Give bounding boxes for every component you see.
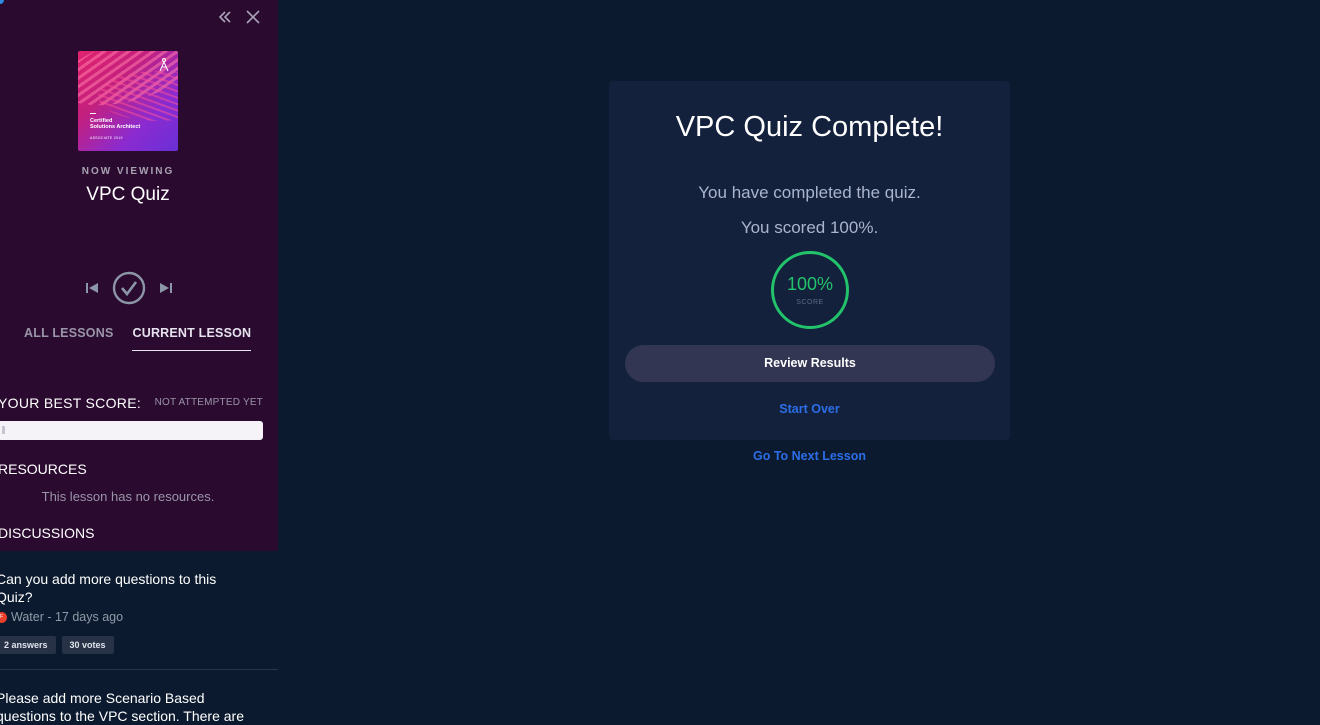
discussion-item[interactable]: Can you add more questions to this Quiz?… — [0, 570, 256, 654]
previous-lesson-icon[interactable] — [84, 280, 100, 301]
discussion-title[interactable]: Please add more Scenario Based questions… — [0, 690, 244, 724]
tab-all-lessons[interactable]: ALL LESSONS — [24, 326, 113, 351]
discussions-heading: DISCUSSIONS — [0, 525, 95, 541]
score-ring: 100% SCORE — [771, 251, 849, 329]
notification-dot — [0, 0, 4, 4]
avatar: F — [0, 611, 7, 623]
resources-empty-text: This lesson has no resources. — [41, 489, 215, 504]
page-title: VPC Quiz Complete! — [675, 111, 944, 143]
discussion-title[interactable]: Can you add more questions to this Quiz? — [0, 570, 256, 606]
close-icon[interactable] — [244, 8, 262, 26]
collapse-sidebar-icon[interactable] — [216, 8, 234, 26]
lesson-title: VPC Quiz — [86, 184, 170, 205]
quiz-result-card: VPC Quiz Complete! You have completed th… — [609, 81, 1010, 440]
cover-line-2: Solutions Architect — [90, 124, 141, 130]
discussion-meta: F Water - 17 days ago — [0, 610, 256, 624]
score-message: You scored 100%. — [740, 218, 879, 237]
score-value: 100% — [786, 274, 834, 294]
votes-badge: 30 votes — [61, 636, 114, 654]
best-score-value: NOT ATTEMPTED YET — [154, 397, 263, 408]
best-score-bar — [0, 421, 263, 440]
lesson-tabs: ALL LESSONS CURRENT LESSON — [24, 326, 252, 351]
start-over-link[interactable]: Start Over — [609, 402, 1010, 416]
mark-complete-icon[interactable] — [112, 271, 146, 310]
sidebar-top-controls — [216, 8, 262, 26]
brand-logo-icon — [159, 58, 169, 72]
next-lesson-link[interactable]: Go To Next Lesson — [609, 449, 1010, 463]
course-cover-image: Certified Solutions Architect ASSOCIATE … — [78, 51, 178, 151]
answers-badge: 2 answers — [0, 636, 56, 654]
cover-line-3: ASSOCIATE 2019 — [90, 136, 123, 140]
resources-heading: RESOURCES — [0, 461, 87, 477]
lesson-sidebar: Certified Solutions Architect ASSOCIATE … — [0, 0, 278, 551]
discussion-item[interactable]: Please add more Scenario Based questions… — [0, 689, 266, 725]
lesson-nav-controls — [84, 271, 174, 310]
discussion-badges: 2 answers 30 votes — [0, 636, 256, 654]
next-lesson-icon[interactable] — [158, 280, 174, 301]
best-score-label: YOUR BEST SCORE: — [0, 395, 142, 411]
review-results-button[interactable]: Review Results — [625, 345, 995, 382]
completed-message: You have completed the quiz. — [698, 183, 921, 202]
discussion-author-time: Water - 17 days ago — [11, 610, 124, 624]
tab-current-lesson[interactable]: CURRENT LESSON — [132, 326, 252, 351]
divider — [0, 669, 278, 670]
score-label: SCORE — [796, 299, 824, 306]
now-viewing-label: NOW VIEWING — [81, 166, 175, 177]
